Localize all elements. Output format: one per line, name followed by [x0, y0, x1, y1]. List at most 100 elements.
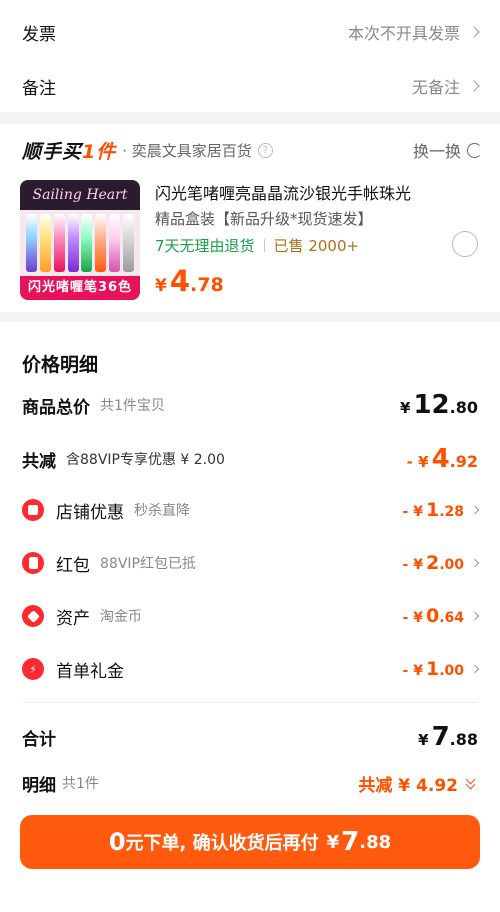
amount-int: 7 — [431, 722, 450, 752]
amount-dec: .28 — [439, 504, 464, 520]
return-policy-tag: 7天无理由退货 — [155, 237, 255, 255]
breakdown-summary-toggle[interactable]: 共减 ¥ 4.92 — [358, 771, 478, 796]
chevron-right-icon — [468, 26, 480, 38]
price-detail-title: 价格明细 — [22, 354, 99, 376]
cta-int: 7 — [341, 827, 360, 857]
amount-dec: .92 — [449, 452, 478, 471]
remark-row[interactable]: 备注 无备注 — [0, 60, 500, 112]
shop-name[interactable]: · 奕晨文具家居百货 — [122, 140, 252, 161]
discount-right: - ¥0.64 — [403, 605, 480, 627]
breakdown-count: 共1件 — [62, 776, 99, 792]
amount-currency: ¥ — [400, 399, 411, 417]
brand-prefix: 顺手买 — [22, 140, 83, 163]
discount-label: 店铺优惠 — [56, 502, 124, 523]
recommend-brand: 顺手买1件 — [22, 137, 116, 164]
pen-illustration — [26, 214, 37, 272]
amount-currency: - ¥ — [402, 504, 423, 520]
lightning-icon: ⚡ — [22, 658, 44, 680]
cta-zero: 0 — [108, 828, 126, 856]
discount-row-store[interactable]: 店铺优惠 秒杀直降 - ¥1.28 — [22, 495, 480, 525]
breakdown-row[interactable]: 明细 共1件 共减 ¥ 4.92 — [22, 768, 478, 798]
help-icon[interactable]: ? — [257, 142, 273, 158]
amount-int: 1 — [425, 499, 440, 521]
brand-suffix: 1件 — [82, 140, 117, 163]
breakdown-summary: 共减 ¥ 4.92 — [358, 775, 458, 796]
chevron-right-icon — [468, 80, 480, 92]
pen-illustration — [39, 214, 51, 272]
pen-illustration — [81, 214, 93, 272]
meta-divider — [263, 239, 265, 252]
red-packet-icon — [22, 552, 44, 574]
swap-button[interactable]: 换一换 — [413, 138, 482, 162]
remark-label: 备注 — [22, 78, 56, 99]
place-order-button[interactable]: 0 元下单, 确认收货后再付 ¥7.88 — [20, 815, 480, 869]
discount-note: 淘金币 — [100, 609, 142, 625]
double-chevron-down-icon — [464, 774, 478, 790]
price-dec: .78 — [190, 274, 224, 296]
discount-label: 资产 — [56, 608, 90, 629]
invoice-row[interactable]: 发票 本次不开具发票 — [0, 6, 500, 58]
amount-dec: .00 — [439, 557, 464, 573]
product-title[interactable]: 闪光笔啫喱亮晶晶流沙银光手帐珠光 — [155, 180, 411, 204]
goods-total-row: 商品总价 共1件宝贝 ¥12.80 — [22, 390, 478, 420]
amount-currency: - ¥ — [406, 453, 429, 471]
refresh-icon — [467, 142, 482, 158]
amount-dec: .64 — [439, 610, 464, 626]
breakdown-left: 明细 共1件 — [22, 771, 99, 796]
sum-row: 合计 ¥7.88 — [22, 722, 478, 752]
amount-currency: - ¥ — [402, 610, 423, 626]
cta-dec: .88 — [359, 831, 392, 853]
chevron-right-icon — [470, 664, 480, 674]
select-addon-radio[interactable] — [452, 231, 478, 257]
amount-int: 4 — [431, 444, 450, 474]
product-price: ¥4.78 — [155, 264, 224, 298]
pen-illustration — [122, 214, 134, 272]
amount-int: 2 — [425, 552, 440, 574]
discount-left: 红包 88VIP红包已抵 — [22, 551, 196, 576]
sum-amount: ¥7.88 — [418, 722, 478, 752]
discount-note: 秒杀直降 — [134, 503, 190, 519]
amount-dec: .00 — [439, 663, 464, 679]
discount-left: 店铺优惠 秒杀直降 — [22, 498, 190, 523]
product-image-band: 闪光啫喱笔36色 — [20, 276, 140, 300]
pen-illustration — [53, 214, 65, 272]
discount-amount: - ¥0.64 — [403, 605, 464, 627]
amount-dec: .88 — [449, 730, 478, 749]
product-meta: 7天无理由退货 已售 2000+ — [155, 235, 359, 256]
sum-label: 合计 — [22, 729, 56, 750]
discount-right: - ¥1.28 — [402, 499, 480, 521]
order-options-card: 发票 本次不开具发票 备注 无备注 — [0, 0, 500, 112]
amount-currency: - ¥ — [402, 663, 423, 679]
discount-row-red-packet[interactable]: 红包 88VIP红包已抵 - ¥2.00 — [22, 548, 480, 578]
amount-int: 0 — [425, 605, 440, 627]
total-discount-amount: - ¥4.92 — [407, 444, 478, 474]
chevron-right-icon — [470, 505, 480, 515]
discount-note: 88VIP红包已抵 — [100, 556, 196, 572]
pen-illustration — [95, 214, 107, 272]
pen-illustration — [67, 214, 79, 272]
addon-recommend-card: 顺手买1件 · 奕晨文具家居百货 ? 换一换 Sailing Heart 闪光啫… — [0, 124, 500, 312]
swap-label: 换一换 — [412, 142, 461, 161]
discount-row-first-order[interactable]: ⚡ 首单礼金 - ¥1.00 — [22, 654, 480, 684]
cta-text: 元下单, 确认收货后再付 — [125, 833, 319, 854]
price-int: 4 — [169, 264, 191, 298]
product-image[interactable]: Sailing Heart 闪光啫喱笔36色 — [20, 180, 140, 300]
discount-right: - ¥1.00 — [402, 658, 480, 680]
product-subtitle: 精品盒装【新品升级*现货速发】 — [155, 210, 373, 228]
goods-total-left: 商品总价 共1件宝贝 — [22, 393, 165, 418]
discount-amount: - ¥2.00 — [403, 552, 464, 574]
invoice-value: 本次不开具发票 — [347, 24, 460, 43]
invoice-value-wrap: 本次不开具发票 — [347, 20, 480, 44]
pen-illustration — [109, 214, 121, 272]
amount-dec: .80 — [449, 398, 478, 417]
discount-row-asset[interactable]: 资产 淘金币 - ¥0.64 — [22, 601, 480, 631]
amount-currency: ¥ — [418, 731, 429, 749]
red-packet-icon-glyph — [28, 557, 38, 569]
product-image-pens — [26, 214, 134, 272]
price-currency: ¥ — [155, 276, 167, 296]
goods-total-label: 商品总价 — [22, 397, 90, 418]
total-discount-row: 共减 含88VIP专享优惠 ¥ 2.00 - ¥4.92 — [22, 444, 478, 474]
divider — [22, 702, 478, 703]
discount-label: 红包 — [56, 555, 90, 576]
asset-tag-icon — [22, 605, 44, 627]
